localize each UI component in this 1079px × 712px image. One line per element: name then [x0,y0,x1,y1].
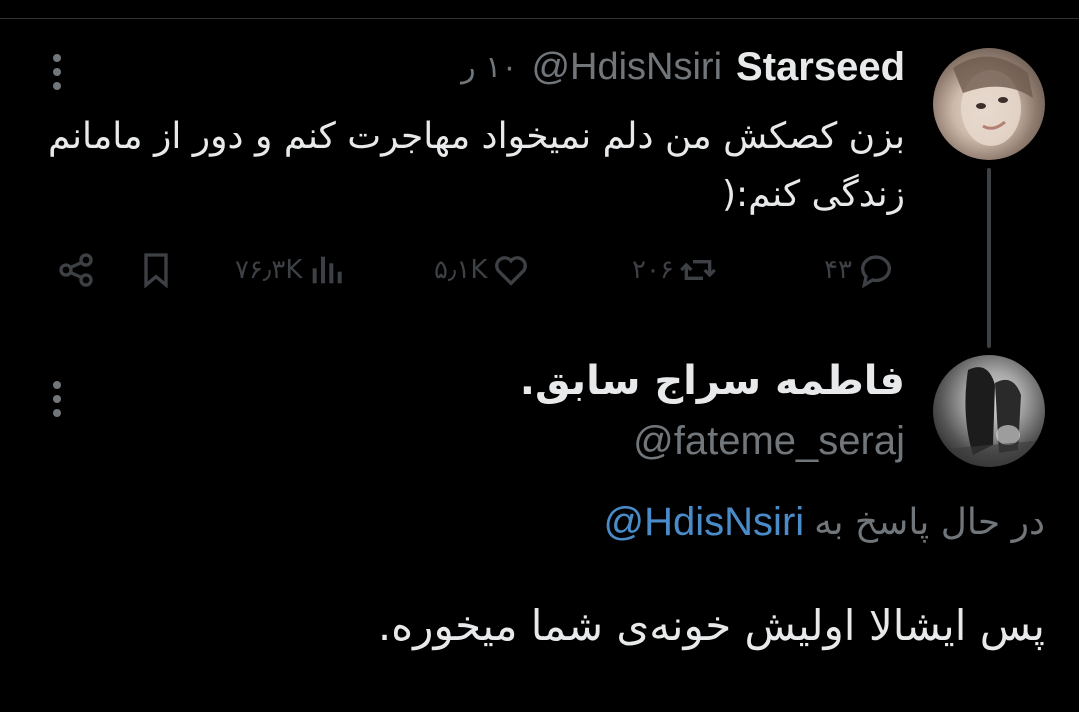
heart-icon [495,256,528,286]
replying-to-handle-link[interactable]: @HdisNsiri [604,500,805,545]
user-handle[interactable]: @HdisNsiri [531,46,722,89]
replying-to-line: در حال پاسخ به @HdisNsiri [604,500,1045,545]
share-icon [59,253,93,287]
likes-count: ۵٫۱K [434,255,488,285]
share-button[interactable] [56,248,96,292]
more-vertical-icon[interactable] [50,381,64,417]
like-button[interactable]: ۵٫۱K [434,248,531,292]
replies-count: ۴۳ [824,255,852,285]
views-count: ۷۶٫۳K [235,255,303,285]
reply-tweet-text: پس ایشالا اولیش خونه‌ی شما میخوره. [377,601,1045,650]
avatar-fateme-seraj[interactable] [933,355,1045,467]
display-name[interactable]: Starseed [736,45,905,90]
reply-button[interactable]: ۴۳ [824,248,896,292]
avatar-starseed[interactable] [933,48,1045,160]
avatar-photo-starseed [953,56,1033,146]
reply-tweet-header: فاطمه سراج سابق. @fateme_seraj [520,354,905,470]
bookmark-button[interactable] [136,248,176,292]
tweet-time[interactable]: ۱۰ ر [461,50,517,85]
retweets-count: ۲۰۶ [632,255,674,285]
views-button[interactable]: ۷۶٫۳K [235,248,346,292]
tweet-text: بزن کصکش من دلم نمیخواد مهاجرت کنم و دور… [48,116,905,215]
bookmark-icon [144,253,168,289]
avatar-photo-fateme-seraj [933,367,1045,467]
views-icon [313,256,343,284]
tweet-actions-bar: ۷۶٫۳K ۵٫۱K ۲۰۶ ۴۳ [50,248,910,292]
retweet-button[interactable]: ۲۰۶ [632,248,718,292]
retweet-icon [680,260,716,280]
replying-to-label: در حال پاسخ به [814,502,1045,543]
reply-user-handle[interactable]: @fateme_seraj [520,412,905,470]
more-vertical-icon[interactable] [50,54,64,90]
reply-display-name[interactable]: فاطمه سراج سابق. [520,354,905,408]
reply-icon [860,255,891,289]
tweet-header: Starseed @HdisNsiri ۱۰ ر [461,42,905,92]
top-divider [0,18,1079,19]
thread-connector-line [987,168,991,348]
